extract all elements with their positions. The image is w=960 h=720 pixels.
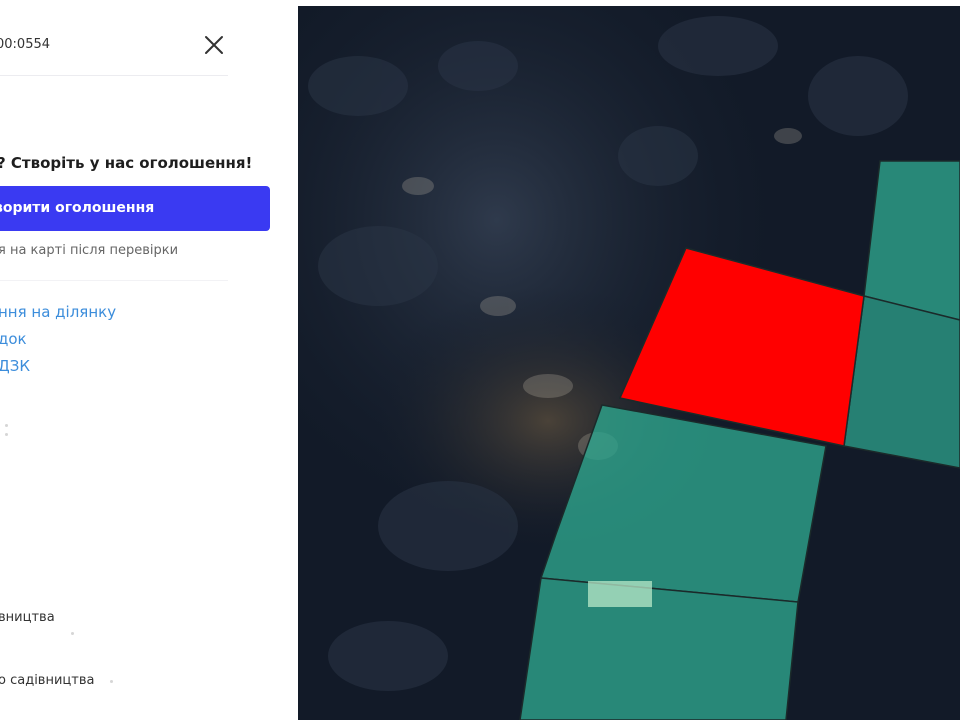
link-parcel-request[interactable]: ння на ділянку: [0, 303, 116, 321]
link-extract[interactable]: док: [0, 330, 27, 348]
satellite-map[interactable]: [298, 6, 960, 720]
link-dzk[interactable]: ДЗК: [0, 357, 30, 375]
decorative-dot: [5, 424, 8, 427]
promo-title: ? Створіть у нас оголошення!: [0, 154, 253, 172]
cadastral-number: 00:0554: [0, 37, 51, 52]
building-roof: [588, 581, 652, 607]
close-icon: [205, 36, 223, 54]
purpose-item: вництва: [0, 610, 55, 625]
listing-note: я на карті після перевірки: [0, 243, 179, 258]
parcel-polygon[interactable]: [843, 295, 960, 469]
close-button[interactable]: [203, 34, 225, 56]
decorative-dot: [71, 632, 74, 635]
divider: [0, 75, 228, 76]
map-canvas[interactable]: [298, 6, 960, 720]
parcel-info-panel: 00:0554 ? Створіть у нас оголошення! вор…: [0, 0, 298, 720]
create-listing-button[interactable]: ворити оголошення: [0, 186, 270, 231]
parcel-polygon[interactable]: [863, 160, 960, 321]
purpose-item: о садівництва: [0, 673, 95, 688]
decorative-dot: [5, 433, 8, 436]
divider: [0, 280, 228, 281]
parcel-polygon[interactable]: [519, 577, 799, 720]
decorative-dot: [110, 680, 113, 683]
